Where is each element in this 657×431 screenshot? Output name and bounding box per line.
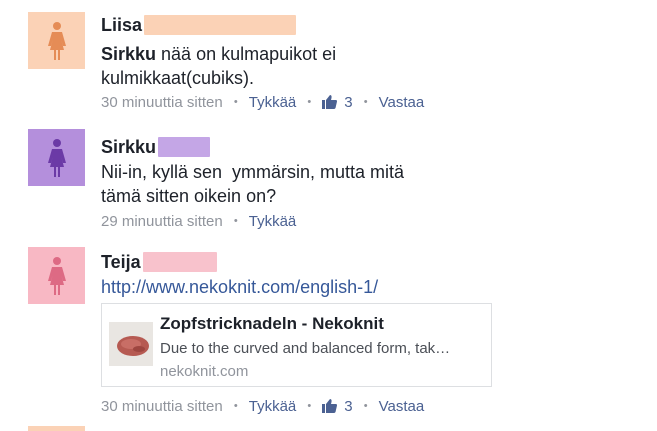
- comment-text-line1: nää on kulmapuikot ei: [156, 44, 337, 64]
- comment-meta: 30 minuuttia sitten • Tykkää • 3 • Vasta…: [101, 93, 425, 111]
- preview-domain: nekoknit.com: [160, 363, 249, 380]
- redacted-surname: [144, 15, 297, 35]
- knitting-needle-image-icon: [109, 322, 153, 366]
- like-count-value: 3: [344, 93, 353, 111]
- redacted-surname: [158, 137, 211, 157]
- like-button[interactable]: Tykkää: [249, 398, 297, 415]
- like-button[interactable]: Tykkää: [249, 213, 297, 230]
- author-name[interactable]: Sirkku: [101, 134, 156, 160]
- redacted-surname: [142, 252, 217, 272]
- preview-thumbnail: [109, 322, 153, 366]
- avatar[interactable]: [28, 12, 85, 69]
- reply-button[interactable]: Vastaa: [379, 398, 425, 415]
- comment-link[interactable]: http://www.nekoknit.com/english-1/: [101, 275, 378, 299]
- link-preview-card[interactable]: Zopfstricknadeln - Nekoknit Due to the c…: [101, 303, 492, 387]
- preview-title: Zopfstricknadeln - Nekoknit: [160, 314, 384, 333]
- like-count-value: 3: [344, 397, 353, 415]
- comment-header: Teija: [101, 249, 217, 275]
- mention-tag[interactable]: Sirkku: [101, 44, 156, 64]
- preview-description: Due to the curved and balanced form, tak…: [160, 340, 451, 357]
- timestamp[interactable]: 30 minuuttia sitten: [101, 94, 223, 111]
- like-count[interactable]: 3: [322, 93, 353, 111]
- author-name[interactable]: Liisa: [101, 12, 142, 38]
- avatar[interactable]: [28, 247, 85, 304]
- comment-meta: 29 minuuttia sitten • Tykkää: [101, 212, 297, 230]
- comment-header: Sirkku: [101, 134, 211, 160]
- comment-text-line1: Nii-in, kyllä sen ymmärsin, mutta mitä: [101, 162, 405, 182]
- reply-button[interactable]: Vastaa: [379, 94, 425, 111]
- comment-text-line2: tämä sitten oikein on?: [101, 186, 277, 206]
- female-person-icon: [47, 138, 66, 177]
- next-avatar: [28, 426, 85, 431]
- thumbs-up-icon: [322, 399, 338, 413]
- like-count[interactable]: 3: [322, 397, 353, 415]
- thumbs-up-icon: [322, 95, 338, 109]
- comment-text: Sirkku nää on kulmapuikot ei kulmikkaat(…: [101, 42, 336, 90]
- comment-header: Liisa: [101, 12, 297, 38]
- timestamp[interactable]: 29 minuuttia sitten: [101, 213, 223, 230]
- female-person-icon: [47, 256, 66, 295]
- comment-text: Nii-in, kyllä sen ymmärsin, mutta mitä t…: [101, 160, 404, 208]
- timestamp[interactable]: 30 minuuttia sitten: [101, 398, 223, 415]
- female-person-icon: [47, 21, 66, 60]
- comment-meta: 30 minuuttia sitten • Tykkää • 3 • Vasta…: [101, 397, 425, 415]
- avatar[interactable]: [28, 129, 85, 186]
- like-button[interactable]: Tykkää: [249, 94, 297, 111]
- comment-text-line2: kulmikkaat(cubiks).: [101, 68, 255, 88]
- author-name[interactable]: Teija: [101, 249, 141, 275]
